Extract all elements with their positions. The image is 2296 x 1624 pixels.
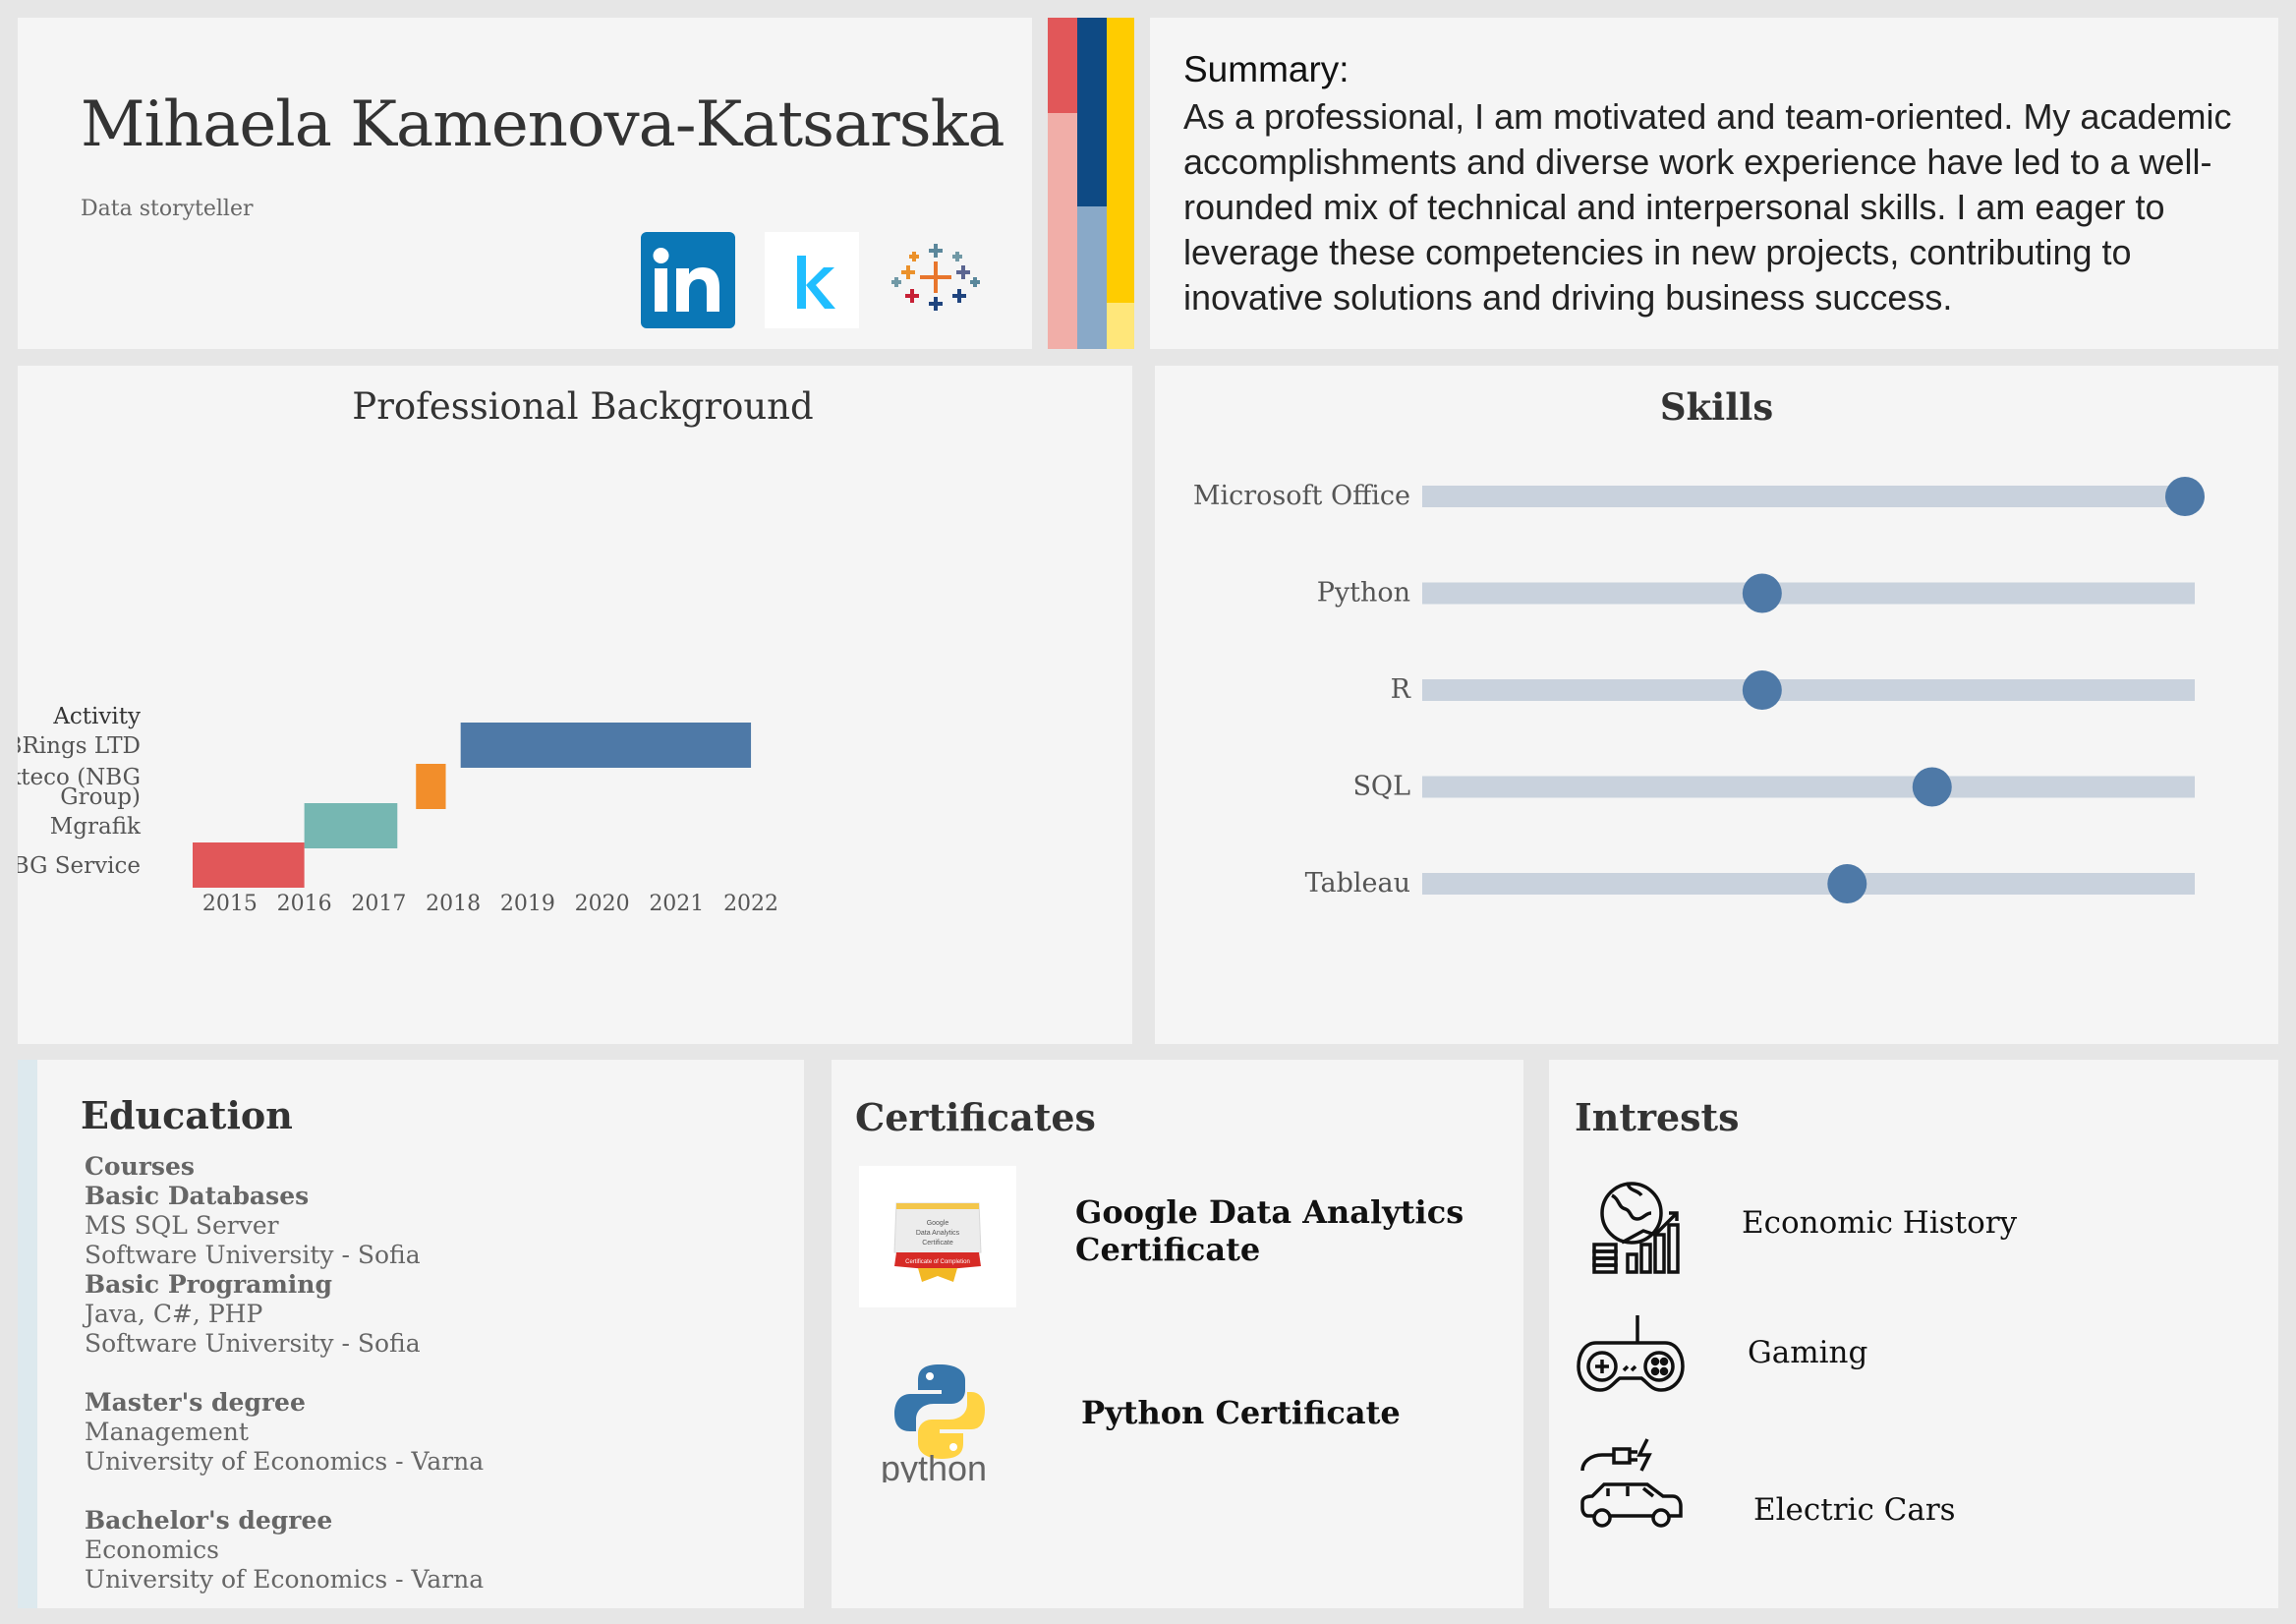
python-logo-text: python [881,1448,987,1482]
interest-label-gaming: Gaming [1748,1335,1868,1370]
certificates-title: Certificates [855,1095,1096,1139]
education-panel: Education Courses Basic Databases MS SQL S… [18,1060,804,1608]
education-line: University of Economics - Varna [85,1447,485,1476]
summary-panel: Summary: As a professional, I am motivat… [1150,18,2278,349]
professional-background-chart: Activity 8Rings LTD Bankteco (NBGGroup) Mgr… [18,704,778,916]
header-panel: Mihaela Kamenova-Katsarska Data storytel… [18,18,1032,349]
tableau-icon[interactable] [889,232,983,328]
skill-level-dot[interactable] [1742,573,1782,613]
professional-background-panel: Professional Background Activity 8Rings L… [18,366,1132,1044]
gantt-bar[interactable] [304,803,398,848]
skill-label: R [1391,674,1411,705]
skill-label: Python [1317,578,1410,609]
x-tick-label: 2020 [575,892,630,916]
education-line: Software University - Sofia [85,1241,421,1269]
skill-track [1422,582,2195,605]
accent-stripe-lightblue [1077,206,1107,349]
x-tick-label: 2018 [426,892,481,916]
skills-chart: Microsoft Office Python R SQL Tableau [1193,477,2205,903]
google-certificate-badge-icon: Google Data Analytics Certificate Certif… [859,1166,1016,1307]
accent-stripe-navy [1077,18,1107,206]
person-name: Mihaela Kamenova-Katsarska [81,88,1004,161]
badge-text-3: Certificate [922,1240,953,1247]
skill-level-dot[interactable] [1742,670,1782,710]
activity-label: 8Rings LTD [18,733,141,759]
google-certificate-label: Google Data Analytics Certificate [1075,1193,1464,1268]
gantt-bar[interactable] [193,842,305,888]
education-spacer [85,1359,484,1388]
education-line: Basic Databases [85,1182,310,1210]
skill-track [1422,679,2195,701]
accent-stripe-red [1048,18,1077,113]
gamepad-icon [1577,1305,1685,1414]
accent-stripe-yellow [1107,18,1134,303]
skill-level-dot[interactable] [1912,767,1952,807]
education-title: Education [81,1093,293,1137]
education-line: Master's degree [85,1388,306,1417]
x-tick-label: 2017 [351,892,406,916]
kaggle-icon[interactable] [765,232,859,328]
education-line: University of Economics - Varna [85,1565,485,1594]
skill-track [1422,776,2195,798]
python-logo-icon: python [871,1345,1008,1488]
activity-axis-header: Activity [52,704,141,729]
skill-label: SQL [1352,772,1410,802]
skill-label: Microsoft Office [1193,481,1410,511]
globe-coins-chart-icon [1582,1174,1691,1282]
linkedin-icon[interactable] [641,232,735,328]
activity-label: BG Service [18,853,141,879]
skills-panel: Skills Microsoft Office Python R SQL Tableau [1155,366,2278,1044]
education-line: Management [85,1418,249,1446]
python-certificate-label: Python Certificate [1081,1394,1401,1431]
gantt-bar[interactable] [416,764,446,809]
certificates-panel: Certificates Google Data Analytics Certi… [832,1060,1523,1608]
badge-text-2: Data Analytics [916,1230,960,1237]
interests-title: Intrests [1575,1095,1740,1139]
skill-level-dot[interactable] [2165,477,2205,516]
interests-panel: Intrests Economic History Gaming Electri… [1549,1060,2278,1608]
activity-label: Bankteco (NBGGroup) [18,765,141,810]
x-tick-label: 2022 [723,892,778,916]
skill-level-dot[interactable] [1827,864,1867,903]
education-line: Economics [85,1536,219,1564]
x-tick-label: 2019 [500,892,555,916]
x-tick-label: 2016 [277,892,332,916]
education-line: Bachelor's degree [85,1506,333,1535]
x-tick-label: 2021 [649,892,704,916]
education-line: Basic Programing [85,1270,332,1299]
activity-label: Mgrafik [50,814,142,840]
skill-track [1422,486,2195,507]
skill-track [1422,873,2195,895]
education-line: Java, C#, PHP [85,1300,263,1328]
electric-car-icon [1578,1433,1687,1541]
education-line: Software University - Sofia [85,1329,421,1358]
interest-label-economic-history: Economic History [1742,1205,2018,1241]
education-list: Courses Basic Databases MS SQL Server Softw… [85,1152,484,1595]
accent-stripe-pink [1048,113,1077,349]
badge-text-4: Certificate of Completion [905,1259,970,1265]
summary-text: As a professional, I am motivated and te… [1183,96,2232,318]
accent-stripe-lightyellow [1107,303,1134,349]
summary-title: Summary: [1183,49,1349,89]
interest-label-electric-cars: Electric Cars [1753,1492,1956,1528]
education-line: Courses [85,1152,195,1181]
badge-text-1: Google [927,1220,949,1227]
person-role: Data storyteller [81,197,254,221]
education-line: MS SQL Server [85,1211,279,1240]
gantt-bar[interactable] [460,723,752,768]
skill-label: Tableau [1305,868,1410,899]
education-spacer [85,1477,484,1506]
x-tick-label: 2015 [202,892,258,916]
